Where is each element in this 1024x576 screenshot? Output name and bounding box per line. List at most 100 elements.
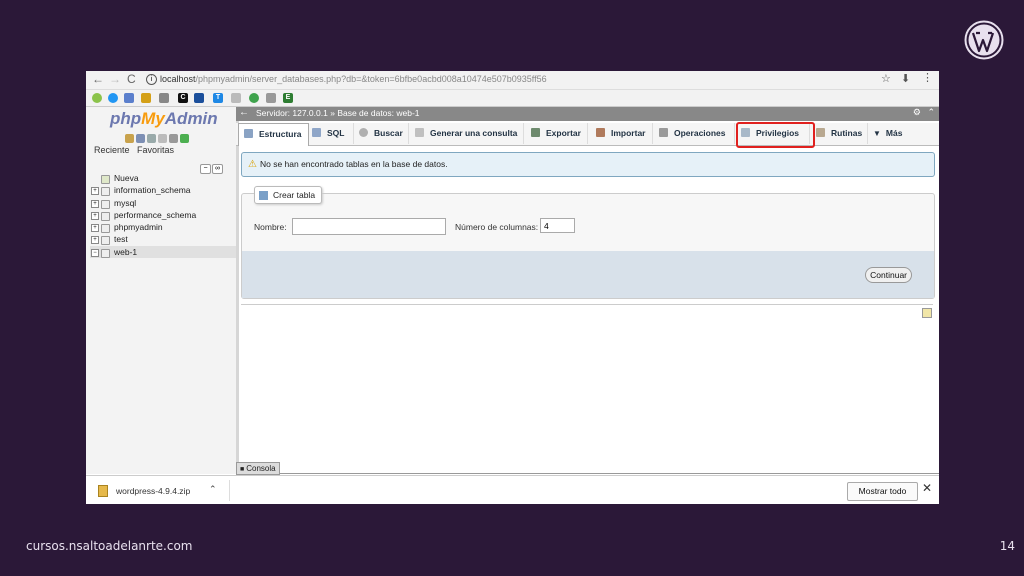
legend-label: Crear tabla (273, 190, 316, 200)
bookmark-icon[interactable] (266, 93, 276, 103)
bookmark-icon[interactable] (231, 93, 241, 103)
menu-dots-icon[interactable]: ⋮ (922, 71, 933, 84)
database-icon (101, 224, 110, 234)
bookmark-icon[interactable] (249, 93, 259, 103)
tree-item-test[interactable]: + test (90, 233, 236, 246)
bookmark-icon[interactable] (108, 93, 118, 103)
close-icon[interactable]: ✕ (922, 481, 932, 495)
table-name-label: Nombre: (254, 222, 287, 232)
forward-arrow-icon[interactable]: → (109, 72, 121, 86)
database-icon (101, 248, 110, 258)
star-icon[interactable]: ☆ (881, 72, 891, 85)
address-bar-row: ← → C i localhost/phpmyadmin/server_data… (86, 71, 939, 90)
tab-label: Más (885, 128, 903, 138)
main-tabs: Estructura SQL Buscar Generar una consul… (236, 123, 939, 146)
bookmark-icon[interactable] (124, 93, 134, 103)
tab-label: Importar (611, 128, 646, 138)
console-tab[interactable]: ■ Consola (236, 462, 280, 475)
show-all-button[interactable]: Mostrar todo (847, 482, 918, 501)
tab-sql[interactable]: SQL (307, 123, 354, 144)
tab-label: Exportar (546, 128, 581, 138)
breadcrumb-database[interactable]: Base de datos: web-1 (337, 108, 419, 118)
pma-sidebar: phpMyAdmin Reciente Favoritas − ∞ Nueva +… (86, 107, 239, 474)
console-icon: ■ (240, 466, 245, 473)
bookmarks-bar: C T E (86, 90, 939, 107)
tree-item-information-schema[interactable]: + information_schema (90, 184, 236, 197)
chevron-up-icon[interactable]: ⌃ (209, 484, 217, 495)
collapse-icon[interactable]: − (91, 248, 99, 257)
tab-search[interactable]: Buscar (354, 123, 409, 144)
expand-icon[interactable]: + (91, 199, 99, 208)
breadcrumb-server[interactable]: Servidor: 127.0.0.1 (256, 108, 328, 118)
no-tables-notice: ⚠ No se han encontrado tablas en la base … (241, 152, 935, 177)
download-shelf: wordpress-4.9.4.zip ⌃ Mostrar todo ✕ (86, 475, 939, 504)
expand-icon[interactable]: + (91, 211, 99, 220)
bookmark-icon[interactable] (194, 93, 204, 103)
tab-export[interactable]: Exportar (526, 123, 588, 144)
tree-item-label: information_schema (114, 185, 191, 196)
sidebar-tabs: Reciente Favoritas (94, 145, 174, 155)
tab-more[interactable]: ▼ Más (868, 123, 909, 144)
download-icon[interactable]: ⬇ (901, 72, 910, 85)
home-icon[interactable] (125, 134, 134, 143)
download-file-name[interactable]: wordpress-4.9.4.zip (116, 486, 190, 496)
query-icon (415, 128, 424, 137)
logo-php: php (110, 109, 142, 128)
settings-icon[interactable] (169, 134, 178, 143)
gear-icon[interactable]: ⚙ (913, 107, 921, 118)
bookmark-icon[interactable] (141, 93, 151, 103)
tab-recent[interactable]: Reciente (94, 145, 130, 155)
bookmark-e-icon[interactable]: E (283, 93, 293, 103)
structure-icon (244, 129, 253, 138)
tree-item-mysql[interactable]: + mysql (90, 197, 236, 209)
database-icon (101, 187, 110, 197)
tab-favorites[interactable]: Favoritas (137, 145, 174, 155)
phpmyadmin-logo[interactable]: phpMyAdmin (110, 109, 218, 129)
database-tree: Nueva + information_schema + mysql + perfor… (90, 172, 236, 259)
columns-input[interactable]: 4 (540, 218, 575, 233)
console-bar (236, 473, 939, 474)
tab-operations[interactable]: Operaciones (654, 123, 735, 144)
tree-item-phpmyadmin[interactable]: + phpmyadmin (90, 221, 236, 234)
back-arrow-icon[interactable]: ← (92, 72, 104, 86)
docs-icon[interactable] (158, 134, 167, 143)
print-icon[interactable] (922, 308, 932, 318)
reload-icon[interactable]: C (127, 72, 136, 86)
tab-label: Operaciones (674, 128, 726, 138)
new-db-icon (101, 175, 110, 184)
help-icon[interactable] (147, 134, 156, 143)
expand-icon[interactable]: + (91, 236, 99, 245)
table-name-input[interactable] (292, 218, 446, 235)
bookmark-t-icon[interactable]: T (213, 93, 223, 103)
sql-window-icon[interactable] (136, 134, 145, 143)
tab-structure[interactable]: Estructura (238, 123, 309, 146)
tree-item-web-1[interactable]: − web-1 (90, 245, 236, 259)
tree-item-new[interactable]: Nueva (90, 172, 236, 184)
tab-query[interactable]: Generar una consulta (410, 123, 524, 144)
reload-nav-icon[interactable] (180, 134, 189, 143)
expand-icon[interactable]: + (91, 224, 99, 233)
tree-item-performance-schema[interactable]: + performance_schema (90, 209, 236, 221)
privileges-highlight (736, 122, 815, 148)
sql-icon (312, 128, 321, 137)
tab-routines[interactable]: Rutinas (811, 123, 868, 144)
tree-item-label: web-1 (114, 246, 138, 257)
database-icon (101, 211, 110, 221)
logo-my: My (141, 109, 165, 128)
warning-icon: ⚠ (248, 159, 257, 170)
bookmark-icon[interactable] (159, 93, 169, 103)
expand-icon[interactable]: + (91, 187, 99, 196)
bookmark-c-icon[interactable]: C (178, 93, 188, 103)
url-input[interactable]: localhost/phpmyadmin/server_databases.ph… (160, 73, 880, 86)
database-icon (101, 199, 110, 209)
info-icon[interactable]: i (146, 74, 157, 85)
tree-item-label: performance_schema (114, 209, 197, 220)
tab-import[interactable]: Importar (591, 123, 653, 144)
chevron-down-icon: ▼ (873, 129, 881, 138)
back-arrow-icon[interactable]: ← (239, 107, 249, 118)
bookmark-icon[interactable] (92, 93, 102, 103)
collapse-icon[interactable]: ⌃ (927, 107, 935, 118)
form-button-area: Continuar (242, 251, 934, 298)
tab-label: Estructura (259, 129, 302, 139)
continue-button[interactable]: Continuar (865, 267, 912, 283)
